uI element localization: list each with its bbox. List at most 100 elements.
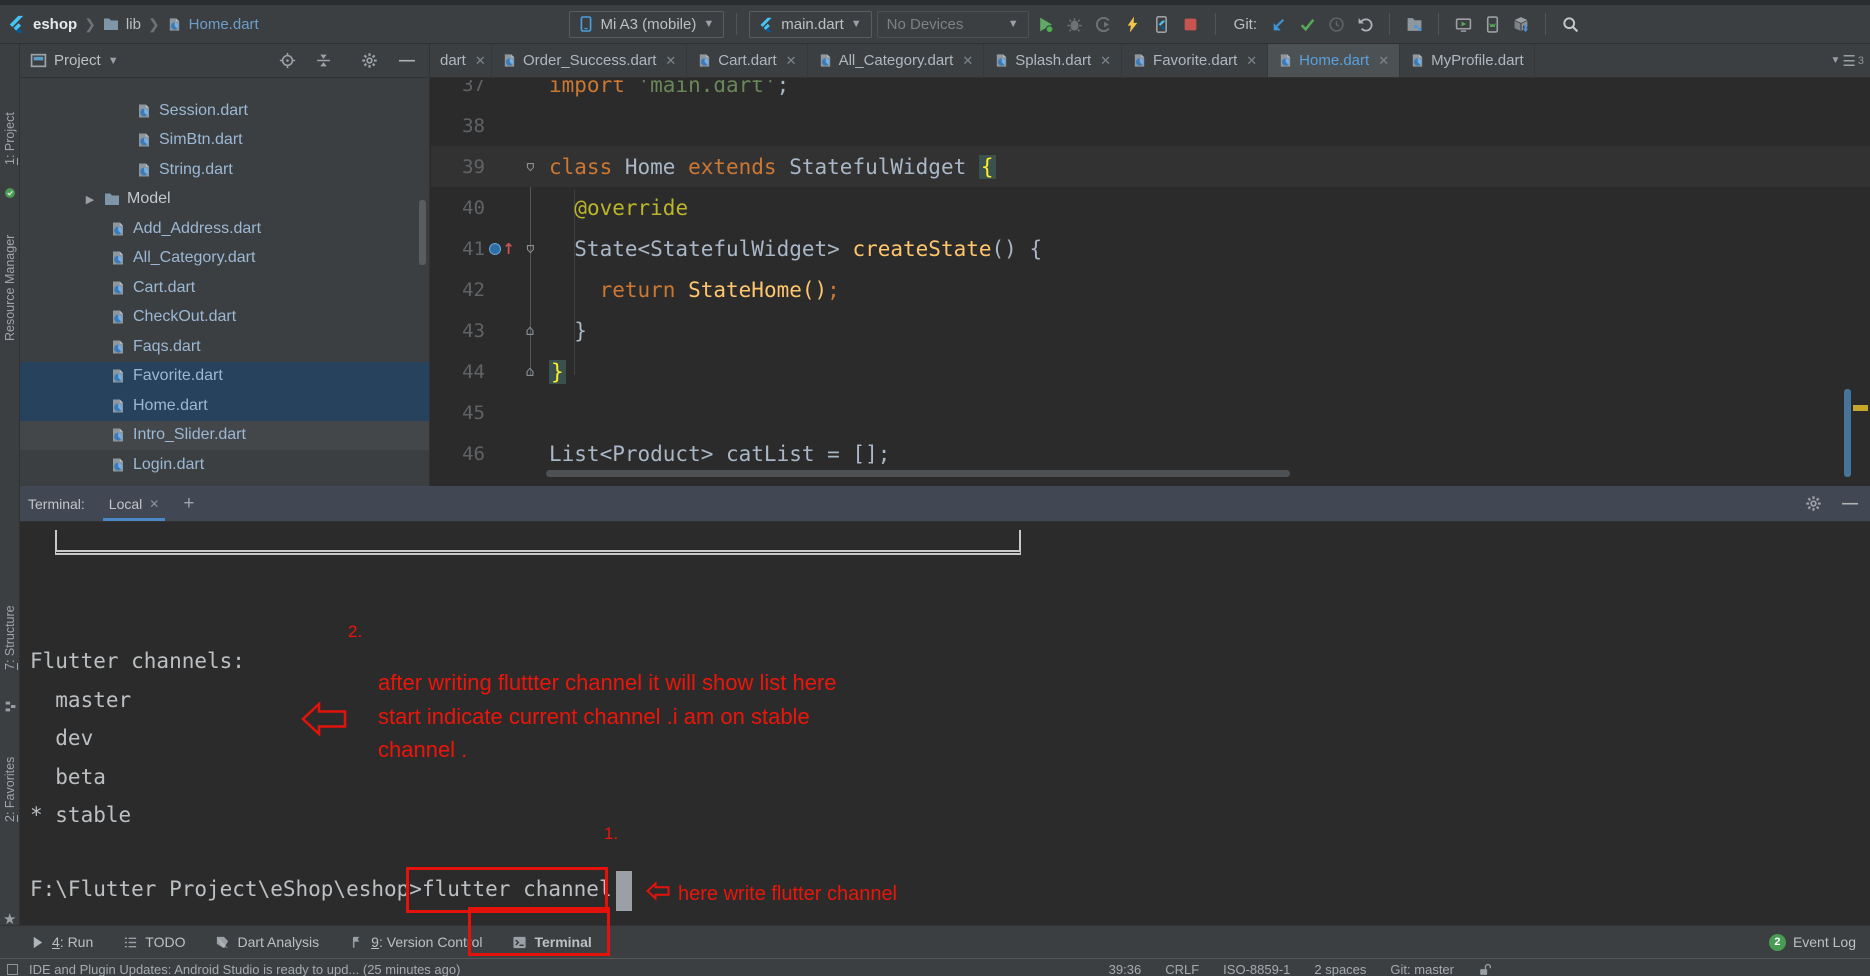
editor-vertical-scrollbar[interactable] [1844,389,1851,477]
tree-item-Add_Address-dart[interactable]: Add_Address.dart [20,214,429,244]
tree-item-Model[interactable]: ▶Model [20,185,429,215]
close-tab-icon[interactable]: ✕ [1375,53,1389,69]
project-tree-scrollbar[interactable] [419,200,426,265]
history-button[interactable] [1324,12,1348,36]
editor-tab-Home-dart[interactable]: Home.dart✕ [1268,44,1400,77]
code-line-44[interactable]: 44⌂} [431,351,1870,392]
hot-restart-button[interactable] [1150,12,1174,36]
code-line-46[interactable]: 46List<Product> catList = []; [431,433,1870,474]
stop-button[interactable] [1179,12,1203,36]
code-line-39[interactable]: 39⌂class Home extends StatefulWidget { [431,146,1870,187]
status-item-39-36[interactable]: 39:36 [1109,962,1142,976]
code-line-42[interactable]: 42 return StateHome(); [431,269,1870,310]
code-line-38[interactable]: 38 [431,105,1870,146]
search-everywhere-button[interactable] [1558,12,1582,36]
project-structure-button[interactable] [1402,12,1426,36]
code-line-37[interactable]: 37import 'main.dart'; [431,78,1870,105]
close-tab-icon[interactable]: ✕ [1243,53,1257,69]
new-terminal-icon[interactable]: + [183,493,194,515]
tree-item-Intro_Slider-dart[interactable]: Intro_Slider.dart [20,421,429,451]
tree-item-SimBtn-dart[interactable]: SimBtn.dart [20,126,429,156]
tree-item-Login-dart[interactable]: Login.dart [20,450,429,480]
status-message[interactable]: IDE and Plugin Updates: Android Studio i… [29,962,460,976]
run-button[interactable] [1034,12,1058,36]
device-manager-button[interactable] [1480,12,1504,36]
collapse-all-icon[interactable] [315,52,332,69]
tree-item-Favorite-dart[interactable]: Favorite.dart [20,362,429,392]
code-line-41[interactable]: 41↑⌂ State<StatefulWidget> createState()… [431,228,1870,269]
fold-marker-icon[interactable]: ⌂ [519,159,541,175]
git-update-button[interactable] [1266,12,1290,36]
tool-button-version-control[interactable]: 9: Version Control [349,934,482,950]
tree-item-CheckOut-dart[interactable]: CheckOut.dart [20,303,429,333]
gear-icon[interactable] [361,52,378,69]
terminal-tab-local[interactable]: Local ✕ [103,486,166,521]
hidden-tabs-indicator[interactable]: ▼ ☰ 3 [1831,44,1864,77]
revert-button[interactable] [1353,12,1377,36]
editor-tab-MyProfile-dart[interactable]: MyProfile.dart [1400,44,1535,77]
git-commit-button[interactable] [1295,12,1319,36]
terminal-panel[interactable]: Flutter channels: master dev beta * stab… [20,522,1870,925]
breadcrumb-file[interactable]: Home.dart [189,16,259,33]
locate-file-icon[interactable] [279,52,296,69]
editor-tab-Splash-dart[interactable]: Splash.dart✕ [984,44,1122,77]
tool-button-favorites[interactable]: 2: Favorites [0,730,20,848]
favorites-star-icon[interactable]: ★ [3,910,16,928]
editor-tab-All_Category-dart[interactable]: All_Category.dart✕ [808,44,985,77]
hide-panel-icon[interactable]: — [399,52,415,70]
status-item-2-spaces[interactable]: 2 spaces [1314,962,1366,976]
status-item-iso-8859-1[interactable]: ISO-8859-1 [1223,962,1290,976]
tool-button-todo[interactable]: TODO [123,934,185,950]
avd-manager-button[interactable] [1451,12,1475,36]
tree-item-String-dart[interactable]: String.dart [20,155,429,185]
sdk-manager-button[interactable] [1509,12,1533,36]
status-icon[interactable] [7,964,18,975]
editor-tab-Favorite-dart[interactable]: Favorite.dart✕ [1122,44,1268,77]
run-config-selector[interactable]: main.dart ▼ [749,11,871,38]
project-panel-title[interactable]: Project [54,52,101,69]
structure-icon[interactable] [4,700,17,713]
hide-panel-icon[interactable]: — [1842,495,1858,513]
tree-item-Session-dart[interactable]: Session.dart [20,96,429,126]
editor-tab-Order_Success-dart[interactable]: Order_Success.dart✕ [492,44,687,77]
breadcrumb-folder[interactable]: lib [126,16,141,33]
close-tab-icon[interactable]: ✕ [472,53,486,69]
close-tab-icon[interactable]: ✕ [662,53,676,69]
event-log-button[interactable]: 2 Event Log [1769,934,1856,951]
tool-button-project[interactable]: 1: Project [0,94,20,184]
tool-button-resource-manager[interactable]: Resource Manager [0,207,20,369]
device-selector[interactable]: Mi A3 (mobile) ▼ [569,11,724,38]
close-tab-icon[interactable]: ✕ [959,53,973,69]
editor-tab-dart[interactable]: dart✕ [430,44,492,77]
debug-button[interactable] [1063,12,1087,36]
target-device-selector[interactable]: No Devices ▼ [877,11,1029,38]
tool-button-structure[interactable]: 7: Structure [0,582,20,694]
editor-tab-Cart-dart[interactable]: Cart.dart✕ [687,44,807,77]
tree-item-Cart-dart[interactable]: Cart.dart [20,273,429,303]
overrides-gutter-icon[interactable]: ↑ [485,240,519,258]
hot-reload-button[interactable] [1121,12,1145,36]
tree-item-All_Category-dart[interactable]: All_Category.dart [20,244,429,274]
status-item-crlf[interactable]: CRLF [1165,962,1199,976]
gear-icon[interactable] [1805,495,1822,512]
code-line-45[interactable]: 45 [431,392,1870,433]
code-editor[interactable]: 37import 'main.dart';3839⌂class Home ext… [431,78,1870,486]
chevron-down-icon[interactable]: ▼ [108,55,119,67]
expand-arrow-icon[interactable]: ▶ [83,193,97,206]
fold-marker-icon[interactable]: ⌂ [519,364,541,380]
profile-button[interactable] [1092,12,1116,36]
close-tab-icon[interactable]: ✕ [1097,53,1111,69]
flutter-inspector-icon[interactable] [3,186,17,200]
close-icon[interactable]: ✕ [149,497,159,511]
status-item-git-master[interactable]: Git: master [1390,962,1454,976]
breadcrumb-project[interactable]: eshop [33,16,77,33]
fold-marker-icon[interactable]: ⌂ [519,323,541,339]
close-tab-icon[interactable]: ✕ [783,53,797,69]
editor-horizontal-scrollbar[interactable] [546,470,1290,477]
fold-marker-icon[interactable]: ⌂ [519,241,541,257]
tool-button-dart-analysis[interactable]: Dart Analysis [215,934,319,950]
tool-button-run[interactable]: 4: Run [30,934,93,950]
tree-item-Home-dart[interactable]: Home.dart [20,391,429,421]
tree-item-Faqs-dart[interactable]: Faqs.dart [20,332,429,362]
code-line-43[interactable]: 43⌂ } [431,310,1870,351]
